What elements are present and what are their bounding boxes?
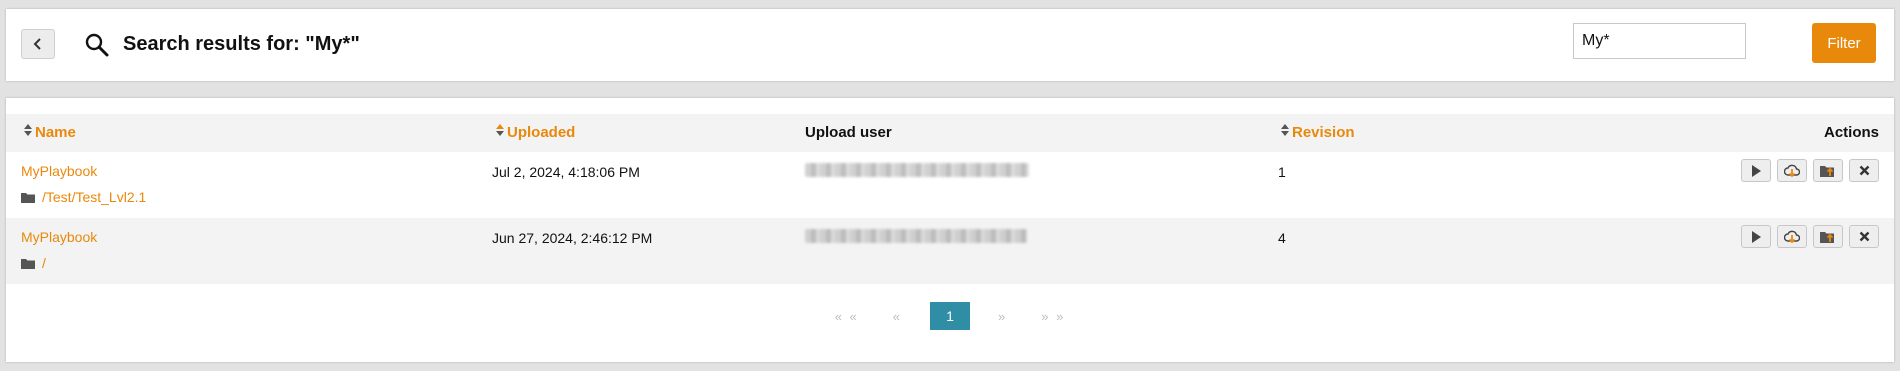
playbook-name-link[interactable]: MyPlaybook [21, 163, 97, 179]
uploaded-date: Jun 27, 2024, 2:46:12 PM [492, 230, 653, 246]
revision-number: 1 [1278, 164, 1286, 180]
row-actions [1741, 225, 1879, 248]
filter-button[interactable]: Filter [1812, 23, 1876, 63]
column-header-uploaded[interactable]: Uploaded [496, 124, 575, 141]
column-header-revision-label: Revision [1292, 124, 1355, 141]
table-row: MyPlaybook /Test/Test_Lvl2.1 Jul 2, 2024… [6, 152, 1894, 218]
table-header: Name Uploaded Upload user Revision Actio… [6, 114, 1894, 152]
pagination-last[interactable]: » » [1035, 309, 1071, 324]
sort-icon [24, 124, 32, 137]
run-button[interactable] [1741, 159, 1771, 182]
playbook-name-link[interactable]: MyPlaybook [21, 229, 97, 245]
pagination-next[interactable]: » [992, 309, 1013, 324]
cloud-download-icon [1784, 164, 1800, 177]
pagination-current-page[interactable]: 1 [930, 302, 970, 330]
sort-icon [1281, 124, 1289, 137]
column-header-name[interactable]: Name [24, 124, 76, 141]
column-header-actions: Actions [1823, 124, 1879, 141]
download-button[interactable] [1777, 225, 1807, 248]
row-actions [1741, 159, 1879, 182]
chevron-left-icon [33, 38, 41, 50]
folder-icon [21, 192, 35, 203]
search-header: Search results for: "My*" Filter [6, 9, 1894, 81]
playbook-path-link[interactable]: / [21, 255, 46, 271]
playbook-path-label: /Test/Test_Lvl2.1 [42, 189, 147, 205]
page-title: Search results for: "My*" [123, 33, 360, 55]
close-icon [1859, 165, 1869, 176]
pagination-first[interactable]: « « [829, 309, 865, 324]
column-header-revision[interactable]: Revision [1281, 124, 1355, 141]
upload-button[interactable] [1813, 225, 1843, 248]
pagination: « « « 1 » » » [6, 302, 1894, 330]
playbook-path-label: / [42, 255, 46, 271]
search-icon [85, 33, 109, 57]
table-row: MyPlaybook / Jun 27, 2024, 2:46:12 PM 4 [6, 218, 1894, 284]
column-header-uploaded-label: Uploaded [507, 124, 576, 141]
search-input[interactable] [1573, 23, 1746, 59]
run-button[interactable] [1741, 225, 1771, 248]
play-icon [1752, 230, 1761, 243]
column-header-upload-user: Upload user [805, 124, 892, 141]
playbook-path-link[interactable]: /Test/Test_Lvl2.1 [21, 189, 146, 205]
folder-upload-icon [1820, 232, 1834, 243]
upload-button[interactable] [1813, 159, 1843, 182]
download-button[interactable] [1777, 159, 1807, 182]
delete-button[interactable] [1849, 159, 1879, 182]
play-icon [1752, 164, 1761, 177]
upload-user-redacted [805, 229, 1027, 246]
cloud-download-icon [1784, 230, 1800, 243]
back-button[interactable] [21, 29, 55, 59]
folder-icon [21, 258, 35, 269]
delete-button[interactable] [1849, 225, 1879, 248]
uploaded-date: Jul 2, 2024, 4:18:06 PM [492, 164, 640, 180]
column-header-name-label: Name [35, 124, 76, 141]
results-table: Name Uploaded Upload user Revision Actio… [6, 98, 1894, 362]
upload-user-redacted [805, 163, 1029, 180]
close-icon [1859, 231, 1869, 242]
revision-number: 4 [1278, 230, 1286, 246]
sort-icon [496, 124, 504, 137]
pagination-prev[interactable]: « [887, 309, 908, 324]
folder-upload-icon [1820, 166, 1834, 177]
